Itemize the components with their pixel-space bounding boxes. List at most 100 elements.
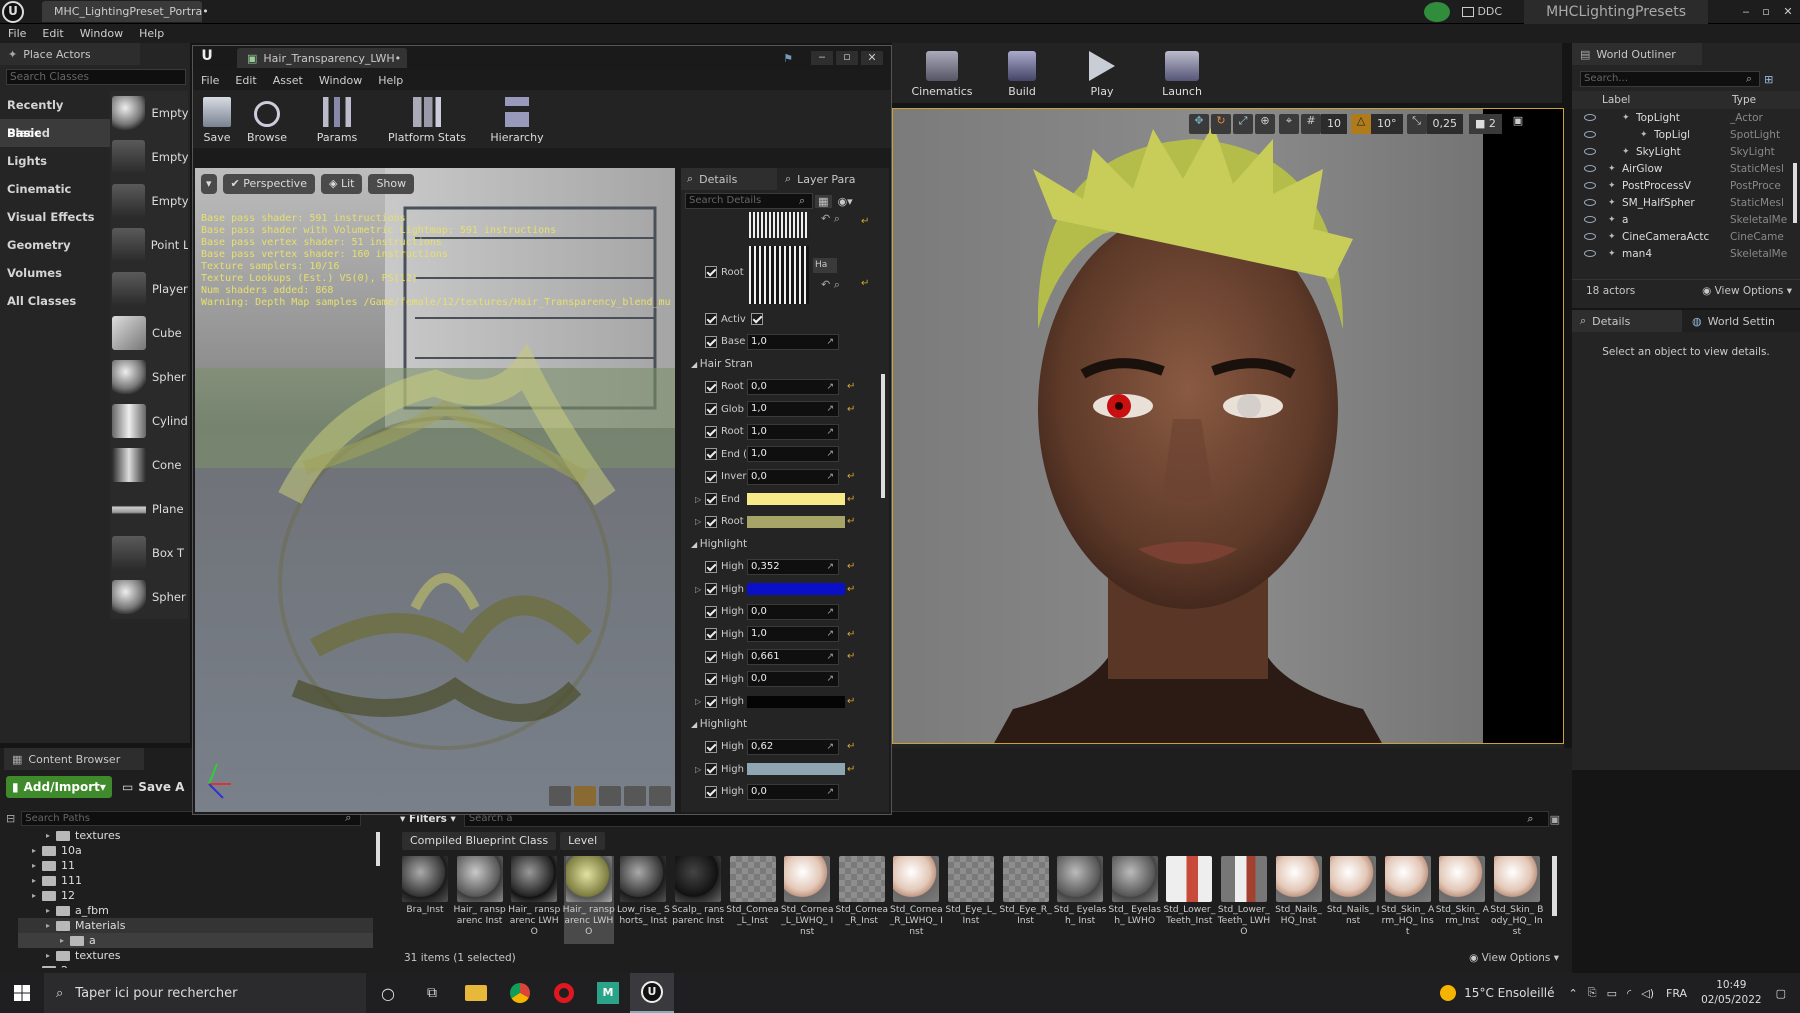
add-import-button[interactable]: ▮ Add/Import ▾	[6, 776, 112, 798]
actor-item[interactable]: Player	[110, 267, 188, 311]
outliner-row[interactable]: ✦ CineCameraActc CineCame	[1572, 228, 1800, 245]
folder-tree-row[interactable]: ▸ 12	[18, 888, 373, 903]
numeric-input[interactable]: 1,0	[747, 423, 839, 440]
visibility-eye-icon[interactable]	[1584, 182, 1596, 189]
weather-icon[interactable]	[1440, 985, 1457, 1001]
preview-plane-icon[interactable]	[599, 786, 621, 806]
save-search-icon[interactable]: ▣	[1550, 813, 1560, 826]
visibility-eye-icon[interactable]	[1584, 199, 1596, 206]
content-browser-tab[interactable]: ▦ Content Browser	[4, 748, 144, 770]
category-geometry[interactable]: Geometry	[0, 231, 110, 259]
asset-tile[interactable]: Std_ Eyelash_ Inst	[1054, 856, 1106, 944]
folder-tree-row[interactable]: ▸ 111	[18, 873, 373, 888]
asset-tile[interactable]: Std_Cornea _L_Inst	[726, 856, 779, 944]
asset-tile[interactable]: Std_ Eyelash_ LWHO	[1108, 856, 1161, 944]
outliner-row[interactable]: ✦ SkyLight SkyLight	[1572, 143, 1800, 160]
root-reset-icon[interactable]: ↵	[861, 278, 869, 289]
numeric-input[interactable]: 0,0	[747, 783, 839, 800]
world-outliner-tab[interactable]: ▤ World Outliner	[1572, 43, 1702, 65]
override-checkbox[interactable]	[705, 650, 717, 663]
rotation-snap-icon[interactable]: △	[1351, 114, 1371, 134]
notification-icon[interactable]: ▢	[1776, 987, 1786, 1000]
col-label[interactable]: Label	[1602, 94, 1732, 106]
folder-tree-row[interactable]: ▸ textures	[18, 828, 373, 843]
override-checkbox[interactable]	[705, 763, 717, 776]
camera-speed-icon[interactable]: ■ 2	[1469, 114, 1502, 134]
category-volumes[interactable]: Volumes	[0, 259, 110, 287]
numeric-input[interactable]: 1,0	[747, 333, 839, 350]
expand-arrow-icon[interactable]: ▸	[60, 933, 70, 948]
translate-icon[interactable]: ✥	[1189, 114, 1209, 134]
menu-window[interactable]: Window	[72, 24, 131, 43]
hierarchy-button[interactable]: Hierarchy	[473, 90, 561, 148]
property-category[interactable]: ◢ Highlight	[681, 533, 881, 556]
clock[interactable]: 10:49 02/05/2022	[1701, 978, 1762, 1008]
color-swatch[interactable]	[747, 515, 845, 528]
expand-arrow-icon[interactable]: ▸	[46, 948, 56, 963]
actor-item[interactable]: Empty	[110, 135, 188, 179]
category-recently-placed[interactable]: Recently Placed	[0, 91, 110, 140]
folder-tree-row[interactable]: ▸ Materials	[18, 918, 373, 933]
asset-tile[interactable]: Std_Eye_R_ Inst	[999, 856, 1052, 944]
asset-tile[interactable]: Std_Skin_ Arm_Inst	[1436, 856, 1489, 944]
opera-icon[interactable]	[542, 983, 586, 1003]
asset-tile[interactable]: Std_Cornea _R_LWHQ_ Inst	[890, 856, 943, 944]
folder-tree-row[interactable]: ▸ 10a	[18, 843, 373, 858]
menu-help[interactable]: Help	[131, 24, 172, 43]
visibility-eye-icon[interactable]	[1584, 114, 1596, 121]
reset-to-default-icon[interactable]: ↵	[847, 584, 855, 595]
color-swatch[interactable]	[747, 695, 845, 708]
taskbar-search-box[interactable]: ⌕ Taper ici pour rechercher	[44, 973, 366, 1013]
asset-scrollbar[interactable]	[1552, 856, 1557, 916]
expand-arrow-icon[interactable]: ▸	[32, 963, 42, 968]
close-icon[interactable]: ✕	[1776, 5, 1800, 18]
tree-scrollbar[interactable]	[376, 832, 380, 866]
menu-edit[interactable]: Edit	[34, 24, 71, 43]
reset-to-default-icon[interactable]: ↵	[847, 764, 855, 775]
texture-reset-arrow-icon[interactable]: ↶ ⌕	[821, 212, 840, 226]
tray-battery-icon[interactable]: ▭	[1607, 987, 1617, 1000]
value-checkbox[interactable]	[751, 313, 763, 326]
preview-mesh-icon[interactable]	[649, 786, 671, 806]
override-checkbox[interactable]	[705, 448, 717, 461]
rotate-icon[interactable]: ↻	[1211, 114, 1231, 134]
unreal-logo-icon[interactable]: U	[2, 0, 24, 23]
layer-params-tab[interactable]: ⌕ Layer Para	[777, 172, 855, 186]
expand-arrow-icon[interactable]: ▷	[695, 495, 701, 504]
root-texture-thumb[interactable]	[749, 246, 809, 304]
asset-tile[interactable]: Scalp_ ransparenc Inst	[672, 856, 724, 944]
params-button[interactable]: Params	[293, 90, 381, 148]
outliner-row[interactable]: ✦ PostProcessV PostProce	[1572, 177, 1800, 194]
expand-arrow-icon[interactable]: ▸	[32, 888, 42, 903]
folder-tree-row[interactable]: ▸ 11	[18, 858, 373, 873]
reset-to-default-icon[interactable]: ↵	[847, 471, 855, 482]
collapse-arrow-icon[interactable]: ◢	[691, 720, 700, 729]
actor-item[interactable]: Empty	[110, 91, 188, 135]
asset-tile[interactable]: Std_Lower_ Teeth_Inst	[1163, 856, 1215, 944]
collapse-arrow-icon[interactable]: ◢	[691, 360, 700, 369]
visibility-eye-icon[interactable]	[1584, 250, 1596, 257]
browse-button[interactable]: Browse	[241, 90, 293, 148]
asset-tile[interactable]: Std_Skin_ Arm_HQ_ Inst	[1381, 856, 1434, 944]
override-checkbox[interactable]	[705, 673, 717, 686]
property-matrix-icon[interactable]: ▦	[815, 194, 832, 208]
visibility-eye-icon[interactable]: ◉▾	[838, 195, 853, 208]
property-category[interactable]: ◢ Highlight	[681, 713, 881, 736]
root-checkbox[interactable]	[705, 266, 717, 278]
color-swatch[interactable]	[747, 583, 845, 596]
reset-to-default-icon[interactable]: ↵	[847, 741, 855, 752]
perspective-button[interactable]: ✔ Perspective	[222, 174, 315, 194]
texture-reset-icon[interactable]: ↵	[861, 216, 869, 227]
expand-arrow-icon[interactable]: ▸	[46, 903, 56, 918]
asset-tile[interactable]: Std_Eye_L_ Inst	[945, 856, 996, 944]
save-all-button[interactable]: ▭ Save A	[122, 776, 185, 798]
details-tab[interactable]: ⌕ Details	[1572, 310, 1682, 332]
outliner-row[interactable]: ✦ TopLight _Actor	[1572, 109, 1800, 126]
override-checkbox[interactable]	[705, 335, 717, 348]
actor-item[interactable]: Spher	[110, 575, 188, 619]
level-viewport[interactable]: ✥ ↻ ⤢ ⊕ ⌖ # 10 △ 10° ⤡ 0,25 ■ 2 ▣	[892, 108, 1564, 744]
task-view-icon[interactable]: ⧉	[410, 985, 454, 1001]
override-checkbox[interactable]	[705, 695, 717, 708]
actor-item[interactable]: Cone	[110, 443, 188, 487]
actor-item[interactable]: Point L	[110, 223, 188, 267]
